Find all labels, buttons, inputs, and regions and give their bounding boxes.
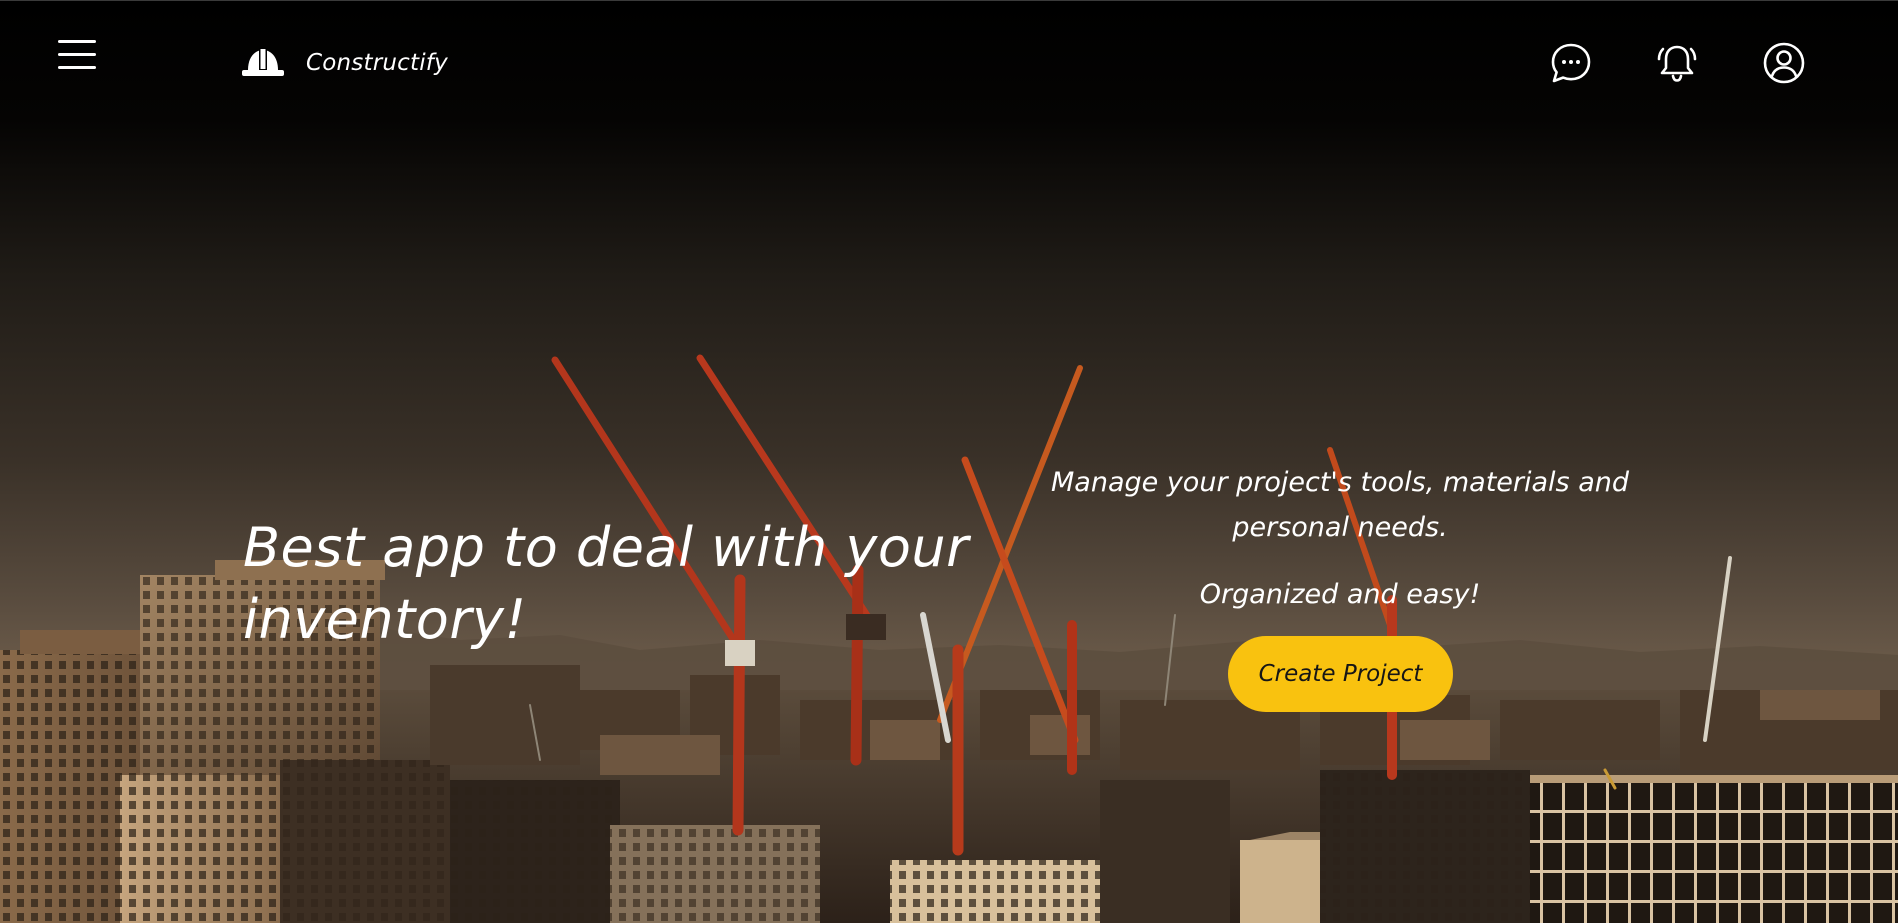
user-account-icon[interactable] [1762,41,1806,85]
hero-headline: Best app to deal with your inventory! [243,516,969,651]
chat-bubble-icon[interactable] [1549,41,1593,85]
hero-tagline: Manage your project's tools, materials a… [1051,467,1629,543]
hard-hat-icon [242,48,284,76]
create-project-button[interactable]: Create Project [1228,636,1453,712]
brand-name: Constructify [306,50,448,76]
bell-icon[interactable] [1655,41,1699,85]
hamburger-menu-icon[interactable] [56,37,100,75]
hero-subtagline: Organized and easy! [1199,579,1481,610]
brand[interactable]: Constructify [240,43,448,83]
top-navigation-bar: Constructify [0,0,1898,120]
hero-section: Constructify Best app to deal with your … [0,0,1898,923]
